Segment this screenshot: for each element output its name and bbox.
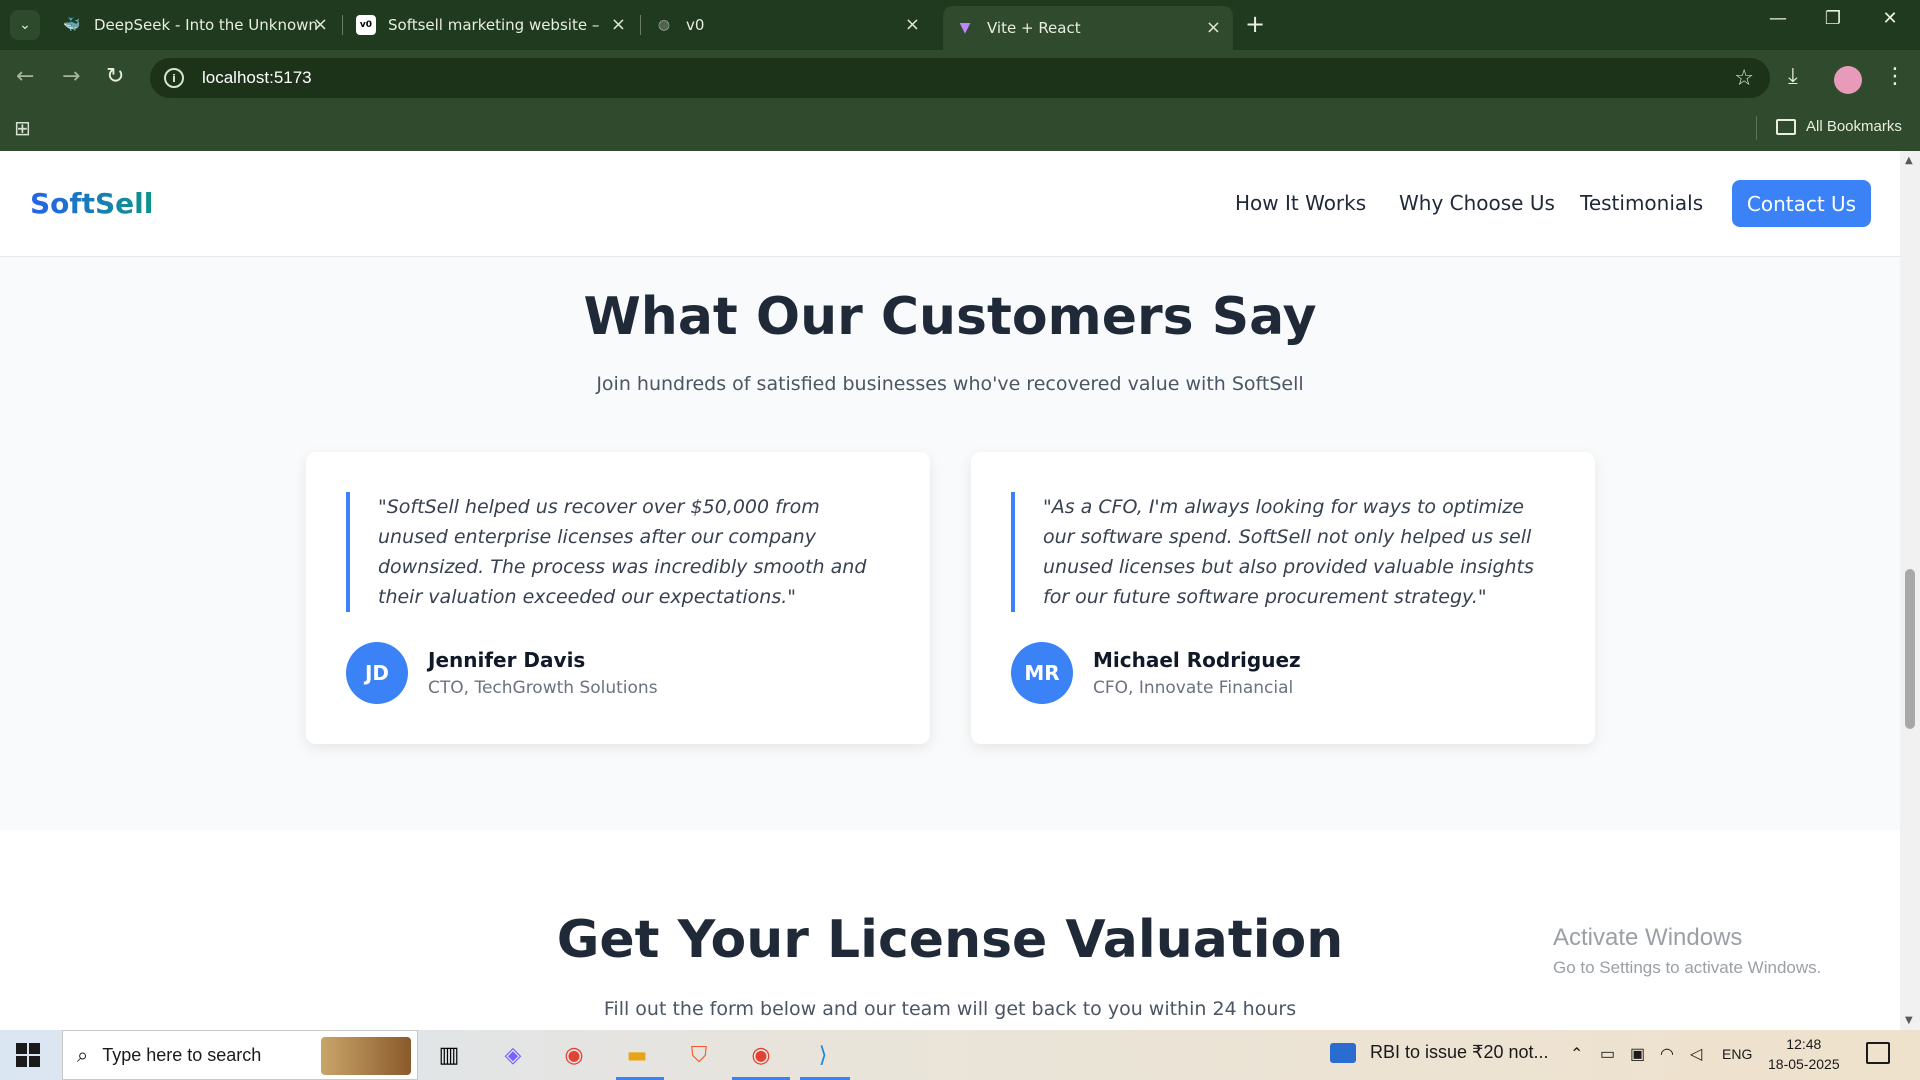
bookmarks-bar: ⊞ All Bookmarks <box>0 106 1920 151</box>
task-view-icon[interactable]: ▥ <box>432 1038 466 1072</box>
testimonial-name: Michael Rodriguez <box>1093 648 1301 672</box>
menu-button[interactable]: ⋮ <box>1884 64 1906 89</box>
browser-tab-strip: ⌄ 🐳 DeepSeek - Into the Unknown × v0 Sof… <box>0 0 1920 50</box>
taskbar-clock[interactable]: 12:48 18-05-2025 <box>1768 1034 1840 1074</box>
close-window-button[interactable]: ✕ <box>1870 8 1910 29</box>
arrow-right-icon: → <box>62 64 81 89</box>
reload-icon: ↻ <box>106 64 125 89</box>
display-icon[interactable]: ▣ <box>1630 1044 1645 1064</box>
download-button[interactable]: ⤓ <box>1788 64 1798 89</box>
scroll-up-icon[interactable]: ▲ <box>1905 155 1913 166</box>
nav-why-choose-us[interactable]: Why Choose Us <box>1399 191 1555 215</box>
avatar: MR <box>1011 642 1073 704</box>
close-icon[interactable]: × <box>313 14 328 35</box>
testimonial-card: "As a CFO, I'm always looking for ways t… <box>971 452 1595 744</box>
site-logo[interactable]: SoftSell <box>30 187 153 220</box>
scroll-down-icon[interactable]: ▼ <box>1905 1015 1913 1026</box>
news-icon <box>1330 1042 1356 1063</box>
chrome-icon[interactable]: ◉ <box>557 1038 591 1072</box>
language-indicator[interactable]: ENG <box>1722 1046 1752 1062</box>
activate-windows-watermark: Activate Windows Go to Settings to activ… <box>1553 924 1822 977</box>
profile-avatar[interactable] <box>1834 66 1862 94</box>
testimonial-role: CFO, Innovate Financial <box>1093 678 1294 698</box>
url-text: localhost:5173 <box>202 68 312 87</box>
file-explorer-icon[interactable]: ▬ <box>620 1038 654 1072</box>
v0-icon: v0 <box>356 15 376 35</box>
bookmarks-separator <box>1756 116 1757 140</box>
search-highlight-image <box>321 1037 411 1075</box>
address-bar[interactable]: i localhost:5173 ☆ <box>150 58 1770 98</box>
wifi-icon[interactable]: ◠ <box>1660 1044 1674 1064</box>
tab-separator <box>342 15 343 35</box>
vscode-icon[interactable]: ⟩ <box>806 1038 840 1072</box>
back-button[interactable]: ← <box>16 64 34 89</box>
close-icon[interactable]: × <box>905 14 920 35</box>
brave-icon[interactable]: ⛉ <box>682 1038 716 1072</box>
scrollbar-thumb[interactable] <box>1905 569 1915 729</box>
testimonial-card: "SoftSell helped us recover over $50,000… <box>306 452 930 744</box>
copilot-icon[interactable]: ◈ <box>496 1038 530 1072</box>
windows-taskbar: ⌕ Type here to search ▥ ◈ ◉ ▬ ⛉ ◉ ⟩ RBI … <box>0 1030 1920 1080</box>
download-icon: ⤓ <box>1788 64 1798 89</box>
tab-softsell-v0[interactable]: v0 Softsell marketing website – v0 × <box>344 8 638 42</box>
close-icon[interactable]: × <box>611 14 626 35</box>
minimize-icon: — <box>1769 8 1787 29</box>
page-scrollbar[interactable]: ▲ ▼ <box>1900 151 1920 1030</box>
chevron-down-icon: ⌄ <box>19 17 31 33</box>
nav-how-it-works[interactable]: How It Works <box>1235 191 1366 215</box>
nav-testimonials[interactable]: Testimonials <box>1580 191 1703 215</box>
browser-toolbar: ← → ↻ i localhost:5173 ☆ ⤓ ⋮ <box>0 50 1920 106</box>
close-icon[interactable]: × <box>1206 17 1221 38</box>
search-icon: ⌕ <box>77 1043 89 1067</box>
tab-search-button[interactable]: ⌄ <box>10 10 40 40</box>
testimonial-name: Jennifer Davis <box>428 648 586 672</box>
tab-v0[interactable]: ◍ v0 × <box>642 8 932 42</box>
close-icon: ✕ <box>1882 8 1898 29</box>
notification-icon[interactable] <box>1866 1042 1890 1064</box>
folder-icon <box>1776 118 1796 135</box>
contact-us-button[interactable]: Contact Us <box>1732 180 1871 227</box>
windows-start-icon[interactable] <box>16 1043 40 1067</box>
site-info-icon[interactable]: i <box>164 68 184 88</box>
testimonial-quote: "SoftSell helped us recover over $50,000… <box>346 492 886 612</box>
tab-separator <box>640 15 641 35</box>
tab-deepseek[interactable]: 🐳 DeepSeek - Into the Unknown × <box>50 8 340 42</box>
avatar: JD <box>346 642 408 704</box>
globe-icon: ◍ <box>657 17 671 33</box>
reload-button[interactable]: ↻ <box>106 64 124 89</box>
arrow-left-icon: ← <box>16 64 35 89</box>
restore-button[interactable]: ❐ <box>1813 8 1853 29</box>
valuation-subtitle: Fill out the form below and our team wil… <box>603 998 1297 1020</box>
forward-button[interactable]: → <box>62 64 80 89</box>
vite-icon: ▼ <box>959 20 971 36</box>
kebab-menu-icon: ⋮ <box>1884 64 1906 89</box>
bookmark-star-icon[interactable]: ☆ <box>1734 66 1754 91</box>
testimonials-subtitle: Join hundreds of satisfied businesses wh… <box>596 373 1304 395</box>
testimonial-quote: "As a CFO, I'm always looking for ways t… <box>1011 492 1551 612</box>
news-widget[interactable]: RBI to issue ₹20 not... <box>1330 1042 1549 1063</box>
minimize-button[interactable]: — <box>1758 8 1798 29</box>
site-header: SoftSell How It Works Why Choose Us Test… <box>0 151 1900 257</box>
taskbar-search-box[interactable]: ⌕ Type here to search <box>62 1030 418 1080</box>
tab-vite-react[interactable]: ▼ Vite + React × <box>943 6 1233 50</box>
chevron-up-icon[interactable]: ⌃ <box>1570 1044 1583 1064</box>
chrome-profile-icon[interactable]: ◉ <box>744 1038 778 1072</box>
page-viewport: SoftSell How It Works Why Choose Us Test… <box>0 151 1900 1030</box>
deepseek-whale-icon: 🐳 <box>63 17 81 33</box>
new-tab-button[interactable]: + <box>1245 10 1265 38</box>
all-bookmarks-button[interactable]: All Bookmarks <box>1776 118 1902 135</box>
apps-grid-icon[interactable]: ⊞ <box>14 116 31 140</box>
volume-icon[interactable]: ◁ <box>1690 1044 1702 1064</box>
testimonials-section: What Our Customers Say Join hundreds of … <box>0 257 1900 830</box>
testimonials-title: What Our Customers Say <box>583 287 1317 347</box>
testimonial-role: CTO, TechGrowth Solutions <box>428 678 658 698</box>
restore-icon: ❐ <box>1824 8 1842 29</box>
plus-icon: + <box>1245 10 1266 38</box>
device-icon[interactable]: ▭ <box>1600 1044 1615 1064</box>
